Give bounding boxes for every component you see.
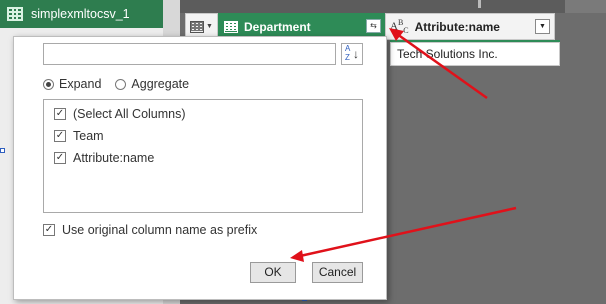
list-item-label: Team bbox=[73, 129, 104, 143]
query-item-label: simplexmltocsv_1 bbox=[31, 7, 130, 21]
use-prefix-label: Use original column name as prefix bbox=[62, 223, 258, 237]
list-item-team[interactable]: ✓ Team bbox=[54, 129, 104, 143]
aggregate-radio-label: Aggregate bbox=[131, 77, 190, 91]
column-header-label: Attribute:name bbox=[414, 19, 500, 34]
column-header-attribute-name[interactable]: ABC Attribute:name ▼ bbox=[385, 13, 555, 40]
table-icon bbox=[7, 7, 23, 21]
search-columns-input[interactable] bbox=[43, 43, 336, 65]
list-item-select-all[interactable]: ✓ (Select All Columns) bbox=[54, 107, 186, 121]
expand-icon: ⇆ bbox=[370, 21, 377, 30]
grid-top-bar bbox=[180, 0, 606, 13]
column-filter-button[interactable]: ▼ bbox=[535, 19, 550, 34]
resize-handle-left[interactable] bbox=[0, 148, 5, 153]
table-cell[interactable]: Tech Solutions Inc. bbox=[390, 42, 560, 66]
expand-radio[interactable] bbox=[43, 78, 54, 90]
abc-text-icon: ABC bbox=[390, 18, 409, 35]
expand-column-dialog: AZ ↓ Expand Aggregate ✓ (Select All Colu… bbox=[13, 36, 387, 300]
splitter-handle[interactable] bbox=[478, 0, 481, 8]
expand-mode-options: Expand Aggregate bbox=[43, 77, 189, 91]
column-header-label: Department bbox=[244, 19, 311, 34]
arrow-down-icon: ↓ bbox=[353, 47, 359, 61]
checkbox[interactable]: ✓ bbox=[54, 130, 66, 142]
column-checklist: ✓ (Select All Columns) ✓ Team ✓ Attribut… bbox=[43, 99, 363, 213]
checkbox[interactable]: ✓ bbox=[54, 108, 66, 120]
chevron-down-icon: ▼ bbox=[539, 23, 546, 30]
list-item-label: (Select All Columns) bbox=[73, 107, 186, 121]
use-prefix-checkbox[interactable]: ✓ bbox=[43, 224, 55, 236]
list-item-attribute-name[interactable]: ✓ Attribute:name bbox=[54, 151, 154, 165]
grid-header-filler bbox=[565, 0, 606, 13]
checkbox[interactable]: ✓ bbox=[54, 152, 66, 164]
table-icon bbox=[224, 20, 238, 33]
list-item-label: Attribute:name bbox=[73, 151, 155, 165]
sort-button[interactable]: AZ ↓ bbox=[341, 43, 363, 65]
use-prefix-option[interactable]: ✓ Use original column name as prefix bbox=[43, 223, 257, 237]
query-item-simplexmltocsv-1[interactable]: simplexmltocsv_1 bbox=[0, 0, 163, 28]
ok-button[interactable]: OK bbox=[250, 262, 296, 283]
expand-radio-label: Expand bbox=[59, 77, 102, 91]
sort-az-icon: AZ bbox=[345, 44, 351, 62]
cancel-button[interactable]: Cancel bbox=[312, 262, 363, 283]
expand-column-button[interactable]: ⇆ bbox=[366, 19, 381, 33]
table-icon bbox=[190, 20, 205, 33]
aggregate-radio[interactable] bbox=[115, 78, 127, 90]
chevron-down-icon: ▼ bbox=[206, 23, 213, 30]
